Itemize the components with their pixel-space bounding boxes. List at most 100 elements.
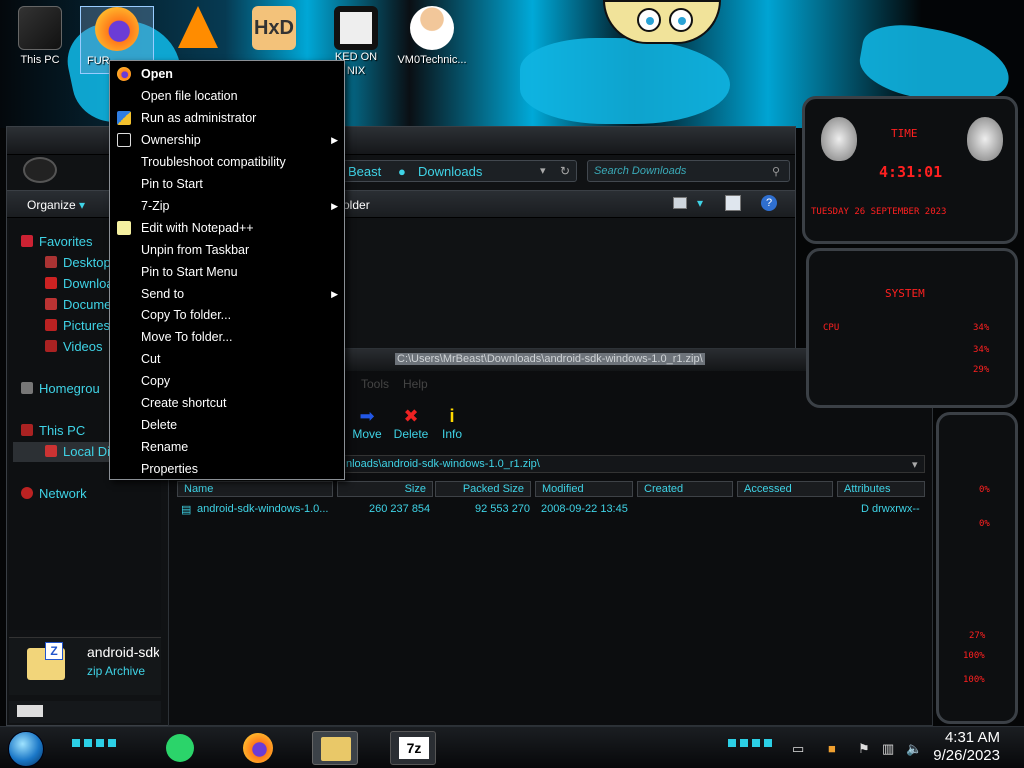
menu-item-unpin-from-taskbar[interactable]: Unpin from Taskbar	[112, 239, 342, 261]
menu-item-edit-with-notepad[interactable]: Edit with Notepad++	[112, 217, 342, 239]
desktop[interactable]: This PC FUR HxD KED ON NIX VM0Technic...…	[0, 0, 1024, 768]
submenu-arrow-icon: ▶	[331, 288, 338, 299]
refresh-icon[interactable]: ↻	[560, 164, 570, 178]
menu-item-send-to[interactable]: Send to ▶	[112, 283, 342, 305]
firefox-icon	[95, 7, 139, 51]
computer-icon	[18, 6, 62, 50]
info-button[interactable]: i Info	[437, 405, 467, 441]
hxd-icon: HxD	[252, 6, 296, 50]
nav-homegroup[interactable]: Homegrou	[21, 381, 100, 396]
path-dropdown-icon[interactable]: ▾	[912, 458, 918, 471]
help-icon[interactable]: ?	[761, 195, 777, 211]
widget-date: TUESDAY 26 SEPTEMBER 2023	[811, 207, 947, 217]
info-icon: i	[449, 406, 455, 426]
details-file-name: android-sdk	[87, 644, 159, 660]
nav-desktop[interactable]: Desktop	[45, 255, 111, 270]
video-icon	[45, 340, 57, 352]
taskbar-explorer[interactable]	[312, 731, 358, 765]
menu-tools[interactable]: Tools	[361, 377, 389, 391]
view-icon[interactable]	[673, 197, 687, 209]
menu-item-label: Pin to Start Menu	[141, 264, 238, 279]
menu-item-ownership[interactable]: Ownership ▶	[112, 129, 342, 151]
taskbar-7zip[interactable]: 7z	[390, 731, 436, 765]
menu-item-rename[interactable]: Rename	[112, 436, 342, 458]
search-input[interactable]: Search Downloads ⚲	[587, 160, 790, 182]
stat-4: 100%	[963, 651, 985, 661]
menu-item-properties[interactable]: Properties	[112, 458, 342, 480]
column-name[interactable]: Name	[177, 481, 333, 497]
search-icon: ⚲	[772, 166, 781, 178]
column-size[interactable]: Size	[337, 481, 433, 497]
taskbar-firefox[interactable]	[236, 731, 282, 765]
app-tray-icon[interactable]: ■	[828, 741, 836, 756]
widget-system-label: SYSTEM	[885, 287, 925, 300]
folder-icon	[321, 737, 351, 761]
menu-item-7-zip[interactable]: 7-Zip ▶	[112, 195, 342, 217]
desktop-icon-this-pc[interactable]: This PC	[4, 6, 76, 76]
taskbar-clock[interactable]: 4:31 AM 9/26/2023	[933, 729, 1000, 765]
move-arrow-icon: ➡	[359, 406, 375, 426]
organize-button[interactable]: Organize ▾	[27, 198, 85, 212]
desktop-icon	[45, 256, 57, 268]
column-accessed[interactable]: Accessed	[737, 481, 833, 497]
breadcrumb-beast[interactable]: Beast	[348, 164, 381, 179]
taskbar-notes-app[interactable]	[158, 731, 204, 765]
nav-pictures[interactable]: Pictures	[45, 318, 110, 333]
menu-help[interactable]: Help	[403, 377, 428, 391]
nav-videos[interactable]: Videos	[45, 339, 103, 354]
stat-3: 27%	[969, 631, 986, 641]
menu-item-move-to-folder[interactable]: Move To folder...	[112, 326, 342, 348]
view-chevron-icon[interactable]: ▾	[697, 196, 703, 210]
menu-item-label: Rename	[141, 440, 189, 455]
breadcrumb-downloads[interactable]: Downloads	[418, 164, 482, 179]
menu-item-label: Open file location	[141, 88, 238, 103]
delete-button[interactable]: ✖ Delete	[389, 405, 433, 441]
menu-item-pin-to-start[interactable]: Pin to Start	[112, 173, 342, 195]
back-button[interactable]	[23, 157, 57, 183]
nav-this-pc[interactable]: This PC	[21, 423, 85, 438]
sevenzip-title: C:\Users\MrBeast\Downloads\android-sdk-w…	[395, 353, 705, 365]
stat-2: 0%	[979, 519, 990, 529]
menu-item-run-as-administrator[interactable]: Run as administrator	[112, 107, 342, 129]
clock-date: 9/26/2023	[933, 747, 1000, 764]
new-folder-button[interactable]: older	[343, 198, 370, 212]
menu-item-label: Copy To folder...	[141, 308, 232, 323]
nav-documents[interactable]: Documer	[45, 297, 116, 312]
dropdown-chevron-icon[interactable]: ▾	[540, 164, 546, 177]
nav-favorites[interactable]: Favorites	[21, 234, 92, 249]
column-packed-size[interactable]: Packed Size	[435, 481, 531, 497]
column-modified[interactable]: Modified	[535, 481, 633, 497]
keyboard-icon[interactable]: ▭	[792, 741, 804, 757]
shield-icon	[117, 110, 131, 125]
menu-item-label: 7-Zip	[141, 198, 170, 213]
cell-size: 260 237 854	[369, 503, 431, 515]
flag-icon[interactable]: ⚑	[858, 741, 870, 757]
nav-downloads[interactable]: Downloa	[45, 276, 114, 291]
cpu-core-1: 34%	[973, 323, 990, 333]
menu-item-copy[interactable]: Copy	[112, 370, 342, 392]
menu-item-cut[interactable]: Cut	[112, 348, 342, 370]
menu-item-copy-to-folder[interactable]: Copy To folder...	[112, 304, 342, 326]
menu-item-label: Pin to Start	[141, 176, 203, 191]
notes-icon	[166, 734, 194, 762]
menu-item-troubleshoot-compatibility[interactable]: Troubleshoot compatibility	[112, 151, 342, 173]
column-created[interactable]: Created	[637, 481, 733, 497]
preview-pane-icon[interactable]	[725, 195, 741, 211]
menu-item-open-file-location[interactable]: Open file location	[112, 85, 342, 107]
network-tray-icon[interactable]: ▥	[882, 741, 894, 757]
menu-item-open[interactable]: Open	[112, 63, 342, 85]
chevron-down-icon: ▾	[79, 198, 86, 212]
start-button[interactable]	[8, 731, 44, 767]
menu-item-pin-to-start-menu[interactable]: Pin to Start Menu	[112, 261, 342, 283]
network-icon	[21, 487, 33, 499]
column-attributes[interactable]: Attributes	[837, 481, 925, 497]
system-widget: SYSTEM CPU 34% 34% 29%	[806, 248, 1018, 408]
volume-icon[interactable]: 🔈	[906, 741, 922, 757]
nav-network[interactable]: Network	[21, 486, 87, 501]
menu-item-create-shortcut[interactable]: Create shortcut	[112, 392, 342, 414]
explorer-statusbar	[9, 701, 161, 723]
desktop-icon-vm0technic[interactable]: VM0Technic...	[392, 6, 472, 76]
move-button[interactable]: ➡ Move	[349, 405, 385, 441]
menu-item-delete[interactable]: Delete	[112, 414, 342, 436]
taskbar: 7z ▭ ■ ⚑ ▥ 🔈 4:31 AM 9/26/2023	[0, 726, 1024, 768]
